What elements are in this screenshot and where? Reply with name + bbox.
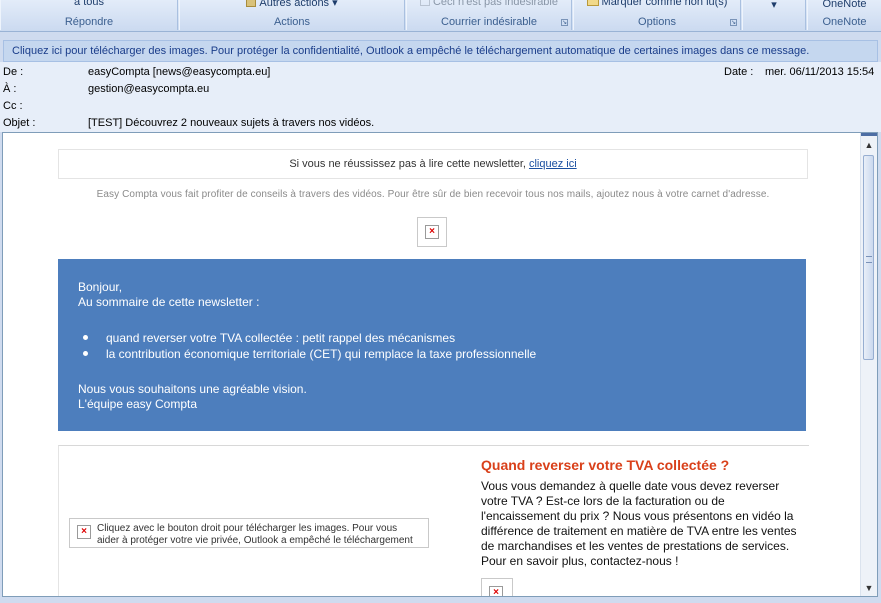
read-online-link[interactable]: cliquez ici: [529, 158, 577, 170]
broken-image-icon: ×: [425, 225, 439, 239]
date-value: mer. 06/11/2013 15:54: [765, 66, 875, 78]
article-button-placeholder[interactable]: ×: [481, 578, 513, 596]
scrollbar-thumb[interactable]: [863, 155, 874, 360]
reply-all-button[interactable]: à tous: [1, 0, 177, 8]
ribbon-group-misc: ▾: [742, 0, 806, 30]
bullet-icon: [83, 335, 88, 340]
options-dialog-launcher-icon[interactable]: ↘: [730, 19, 737, 26]
scroll-down-arrow-icon[interactable]: ▼: [861, 580, 877, 596]
broken-image-icon: ×: [489, 586, 503, 596]
cc-label: Cc :: [3, 100, 23, 112]
to-value[interactable]: gestion@easycompta.eu: [88, 81, 209, 98]
vertical-scrollbar[interactable]: ▲ ▼: [860, 133, 877, 596]
ribbon-group-junk: Ceci n'est pas indésirable Courrier indé…: [406, 0, 572, 30]
summary-item: quand reverser votre TVA collectée : pet…: [106, 331, 456, 345]
not-junk-icon: [419, 0, 430, 7]
summary-item: la contribution économique territoriale …: [106, 347, 537, 361]
other-actions-button[interactable]: Autres actions ▾: [180, 0, 404, 9]
from-row: De : easyCompta [news@easycompta.eu]: [0, 64, 700, 81]
actions-icon: [246, 0, 257, 8]
article-tva: × Cliquez avec le bouton droit pour télé…: [58, 445, 809, 596]
group-label-options: Options: [638, 16, 676, 28]
dropdown-arrow-icon: ▾: [329, 0, 338, 9]
intro-summary: Au sommaire de cette newsletter :: [78, 295, 260, 309]
from-value[interactable]: easyCompta [news@easycompta.eu]: [88, 64, 270, 81]
read-online-text: Si vous ne réussissez pas à lire cette n…: [289, 158, 529, 170]
blocked-image-text: Cliquez avec le bouton droit pour téléch…: [97, 523, 413, 546]
article-title[interactable]: Quand reverser votre TVA collectée ?: [481, 457, 729, 473]
ribbon-group-options: Marquer comme non lu(s) Options ↘: [573, 0, 741, 30]
bullet-icon: [83, 351, 88, 356]
logo-image-placeholder[interactable]: ×: [417, 217, 447, 247]
video-image-placeholder[interactable]: × Cliquez avec le bouton droit pour télé…: [69, 518, 429, 548]
download-images-infobar[interactable]: Cliquez ici pour télécharger des images.…: [3, 40, 878, 62]
onenote-button[interactable]: OneNote: [808, 0, 881, 10]
cc-row: Cc :: [0, 98, 700, 115]
ribbon-group-onenote: OneNote OneNote: [807, 0, 881, 30]
subject-row: Objet : [TEST] Découvrez 2 nouveaux suje…: [0, 115, 700, 132]
ribbon-group-repondre: à tous Répondre: [0, 0, 178, 30]
to-label: À :: [3, 83, 17, 95]
subject-label: Objet :: [3, 117, 36, 129]
to-row: À : gestion@easycompta.eu: [0, 81, 700, 98]
broken-image-icon: ×: [77, 525, 91, 539]
ribbon-group-actions: Autres actions ▾ Actions: [179, 0, 405, 30]
subject-value: [TEST] Découvrez 2 nouveaux sujets à tra…: [88, 117, 375, 129]
scroll-up-arrow-icon[interactable]: ▲: [861, 137, 877, 153]
group-label-junk: Courrier indésirable: [441, 16, 537, 28]
intro-greeting: Bonjour,: [78, 280, 123, 294]
message-body[interactable]: Si vous ne réussissez pas à lire cette n…: [2, 132, 878, 597]
newsletter-subline: Easy Compta vous fait profiter de consei…: [96, 189, 770, 200]
not-junk-button[interactable]: Ceci n'est pas indésirable: [407, 0, 571, 8]
ribbon: à tous Répondre Autres actions ▾ Actions…: [0, 0, 881, 32]
envelope-icon: [586, 0, 599, 7]
group-label-actions: Actions: [273, 16, 311, 28]
scroll-top-marker: [861, 133, 877, 136]
intro-closing: Nous vous souhaitons une agréable vision…: [78, 382, 307, 396]
read-online-note: Si vous ne réussissez pas à lire cette n…: [58, 149, 808, 179]
date-label: Date :: [724, 66, 754, 78]
group-label-repondre: Répondre: [64, 16, 114, 28]
mark-unread-button[interactable]: Marquer comme non lu(s): [574, 0, 740, 8]
from-label: De :: [3, 66, 24, 78]
junk-dialog-launcher-icon[interactable]: ↘: [561, 19, 568, 26]
grip-icon: [866, 256, 872, 263]
intro-signature: L'équipe easy Compta: [78, 397, 198, 411]
message-header: De : easyCompta [news@easycompta.eu] Dat…: [0, 62, 881, 132]
group-label-onenote: OneNote: [822, 16, 867, 28]
intro-banner: Bonjour, Au sommaire de cette newsletter…: [58, 259, 806, 431]
misc-dropdown-icon[interactable]: ▾: [743, 0, 805, 11]
article-body: Vous vous demandez à quelle date vous de…: [481, 479, 797, 568]
